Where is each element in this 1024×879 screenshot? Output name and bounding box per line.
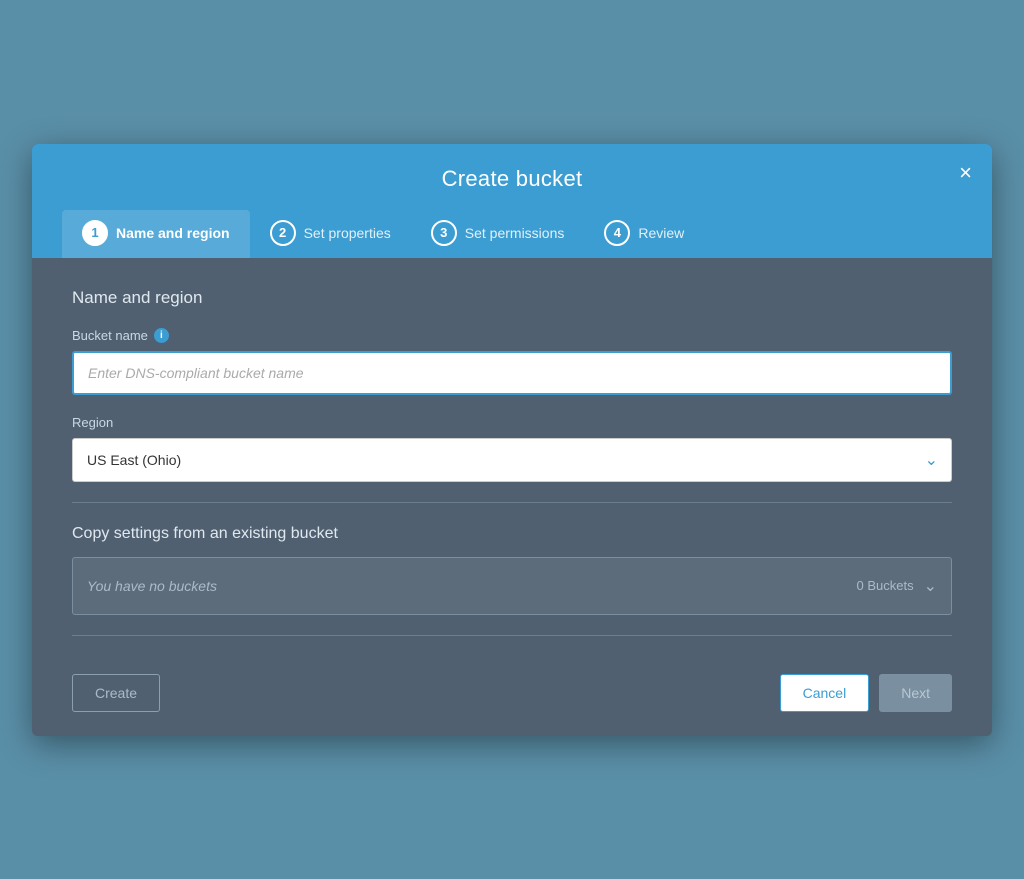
bottom-divider — [72, 635, 952, 636]
modal-header: Create bucket × 1 Name and region 2 Set … — [32, 144, 992, 258]
modal-body: Name and region Bucket name i Region US … — [32, 258, 992, 674]
cancel-button[interactable]: Cancel — [780, 674, 870, 712]
step-2-circle: 2 — [270, 220, 296, 246]
copy-bucket-count: 0 Buckets — [857, 578, 914, 593]
step-3-circle: 3 — [431, 220, 457, 246]
close-button[interactable]: × — [959, 162, 972, 184]
copy-bucket-chevron-icon: ⌄ — [924, 576, 937, 596]
footer-button-group: Cancel Next — [780, 674, 952, 712]
bucket-name-input[interactable] — [72, 351, 952, 395]
step-2-label: Set properties — [304, 225, 391, 241]
step-4-label: Review — [638, 225, 684, 241]
copy-bucket-placeholder: You have no buckets — [87, 578, 217, 594]
steps-row: 1 Name and region 2 Set properties 3 Set… — [62, 210, 962, 258]
title-row: Create bucket — [62, 166, 962, 210]
step-3[interactable]: 3 Set permissions — [411, 210, 585, 258]
step-4[interactable]: 4 Review — [584, 210, 704, 258]
modal-title: Create bucket — [442, 166, 583, 192]
create-button[interactable]: Create — [72, 674, 160, 712]
step-1-label: Name and region — [116, 225, 230, 241]
section-title: Name and region — [72, 288, 952, 308]
bucket-name-label: Bucket name i — [72, 328, 952, 343]
step-1[interactable]: 1 Name and region — [62, 210, 250, 258]
copy-section-title: Copy settings from an existing bucket — [72, 525, 952, 543]
region-select[interactable]: US East (Ohio) US East (N. Virginia) US … — [72, 438, 952, 482]
modal-footer: Create Cancel Next — [32, 674, 992, 736]
step-1-circle: 1 — [82, 220, 108, 246]
create-bucket-modal: Create bucket × 1 Name and region 2 Set … — [32, 144, 992, 736]
divider — [72, 502, 952, 503]
step-2[interactable]: 2 Set properties — [250, 210, 411, 258]
region-label: Region — [72, 415, 952, 430]
copy-bucket-right: 0 Buckets ⌄ — [857, 576, 938, 596]
step-4-circle: 4 — [604, 220, 630, 246]
step-3-label: Set permissions — [465, 225, 565, 241]
bucket-name-info-icon[interactable]: i — [154, 328, 169, 343]
region-select-wrapper: US East (Ohio) US East (N. Virginia) US … — [72, 438, 952, 482]
copy-bucket-selector[interactable]: You have no buckets 0 Buckets ⌄ — [72, 557, 952, 615]
next-button[interactable]: Next — [879, 674, 952, 712]
